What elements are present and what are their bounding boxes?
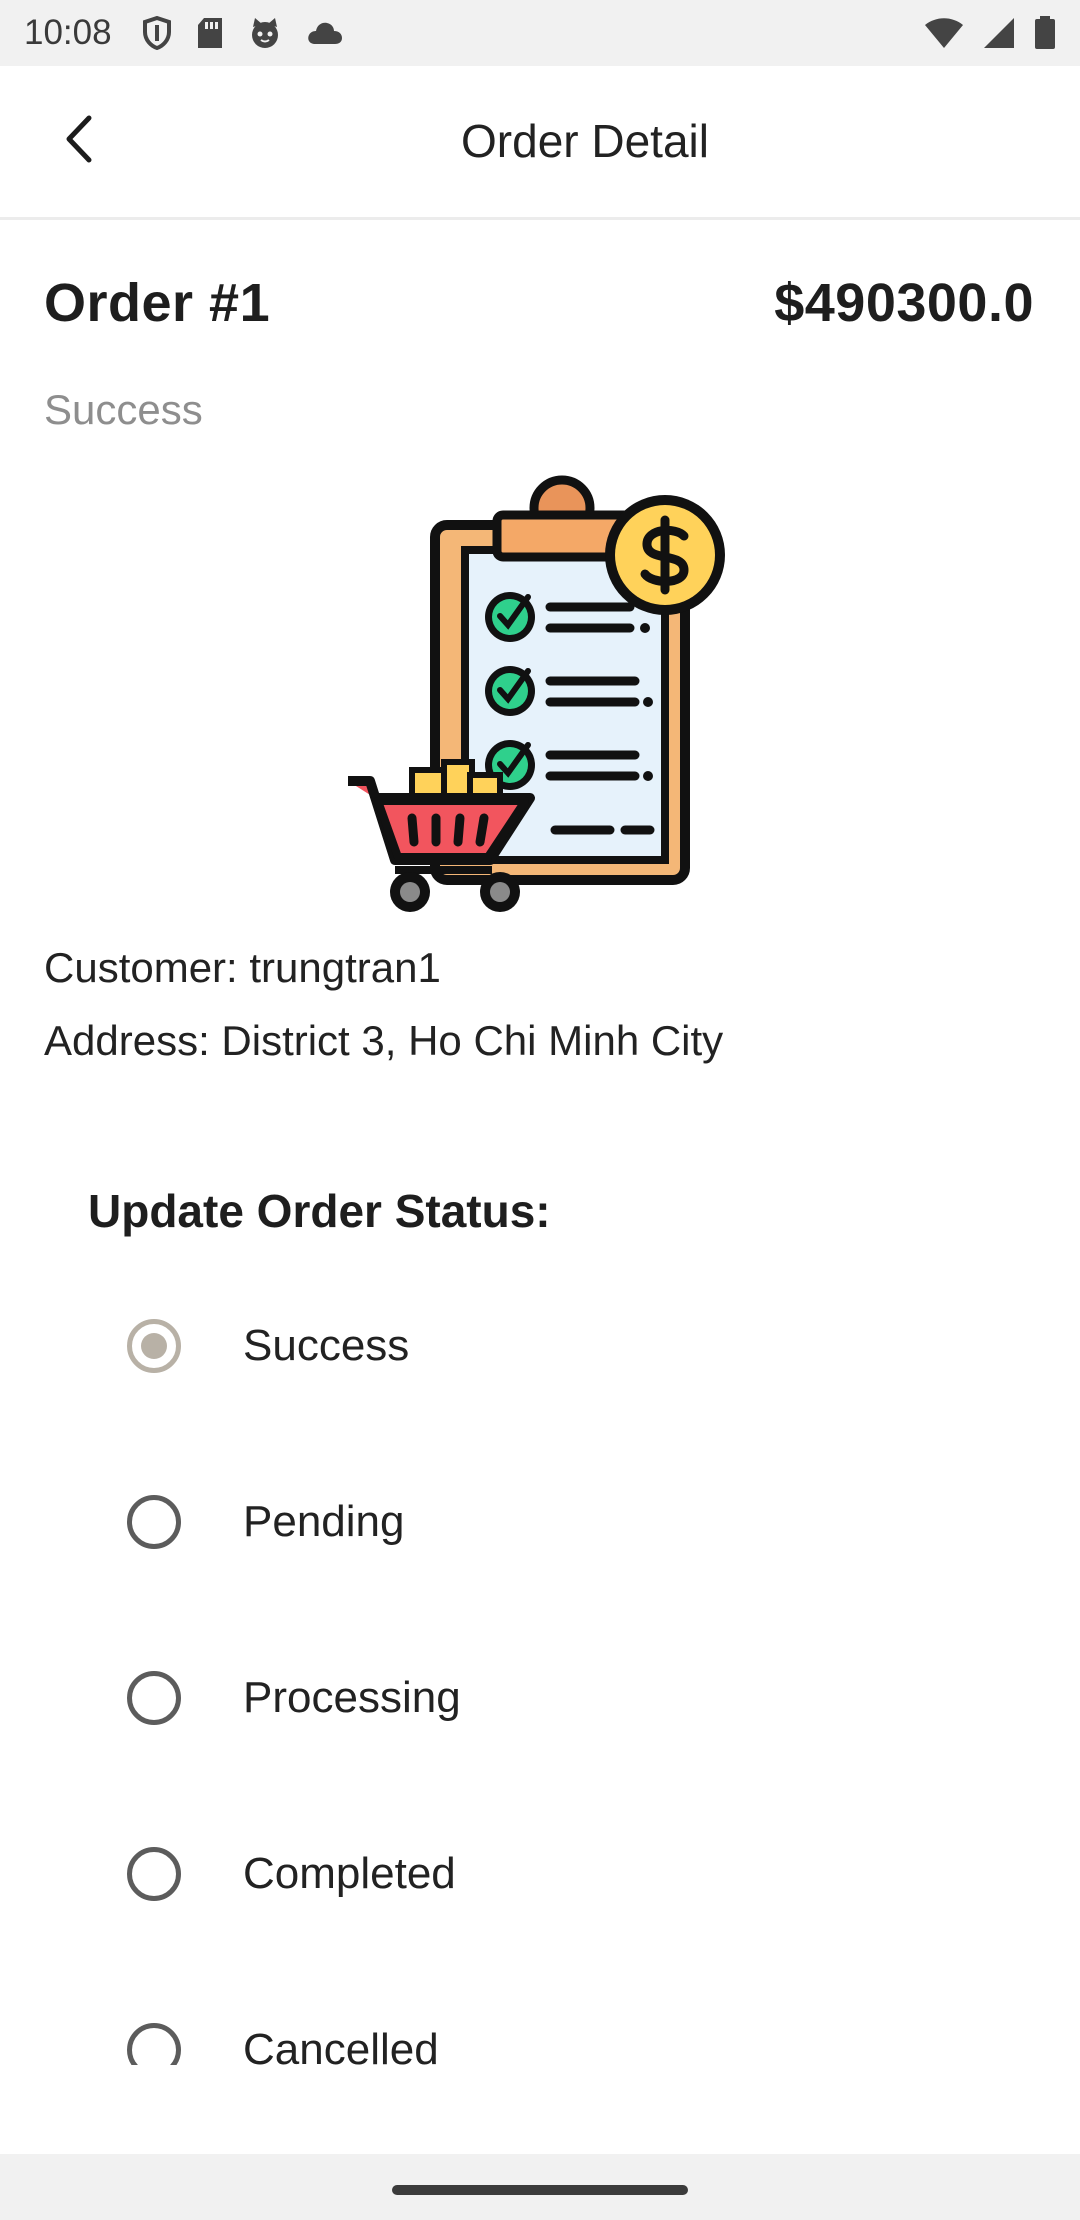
customer-name: Customer: trungtran1 (44, 944, 441, 991)
status-radio-group: Success Pending Processing Completed Can… (0, 1280, 1080, 2065)
app-bar: Order Detail (0, 66, 1080, 220)
order-clipboard-cart-illustration (340, 470, 740, 920)
order-detail-screen: 10:08 Order Detail Order #1 $490300.0 Su… (0, 0, 1080, 2220)
status-option-pending[interactable]: Pending (0, 1457, 1080, 1587)
page-title: Order Detail (461, 115, 709, 167)
status-option-label: Processing (243, 1673, 461, 1722)
cat-face-icon (248, 17, 282, 49)
status-option-completed[interactable]: Completed (0, 1809, 1080, 1939)
radio-button[interactable] (127, 1847, 181, 1901)
status-option-success[interactable]: Success (0, 1281, 1080, 1411)
home-indicator[interactable] (392, 2185, 688, 2195)
signal-icon (982, 17, 1016, 49)
order-total: $490300.0 (774, 273, 1034, 333)
order-number: Order #1 (44, 273, 271, 333)
wifi-icon (924, 17, 964, 49)
status-option-label: Completed (243, 1849, 456, 1898)
shield-icon (142, 16, 172, 50)
status-option-processing[interactable]: Processing (0, 1633, 1080, 1763)
status-bar: 10:08 (0, 0, 1080, 66)
sd-card-icon (196, 17, 224, 49)
status-option-label: Success (243, 1321, 410, 1370)
battery-icon (1034, 16, 1056, 50)
status-option-label: Cancelled (243, 2025, 439, 2065)
radio-button[interactable] (127, 2023, 181, 2065)
status-bar-left: 10:08 (24, 13, 344, 53)
status-time: 10:08 (24, 13, 112, 52)
cloud-icon (306, 20, 344, 46)
status-bar-right (924, 16, 1056, 50)
order-status-text: Success (44, 386, 203, 433)
radio-button[interactable] (127, 1495, 181, 1549)
radio-button-selected[interactable] (127, 1319, 181, 1373)
status-notification-icons (142, 16, 344, 50)
update-status-heading: Update Order Status: (88, 1185, 551, 1237)
status-option-cancelled[interactable]: Cancelled (0, 1985, 1080, 2065)
system-navigation-bar (0, 2154, 1080, 2220)
radio-button[interactable] (127, 1671, 181, 1725)
customer-address: Address: District 3, Ho Chi Minh City (44, 1017, 724, 1064)
status-option-label: Pending (243, 1497, 405, 1546)
